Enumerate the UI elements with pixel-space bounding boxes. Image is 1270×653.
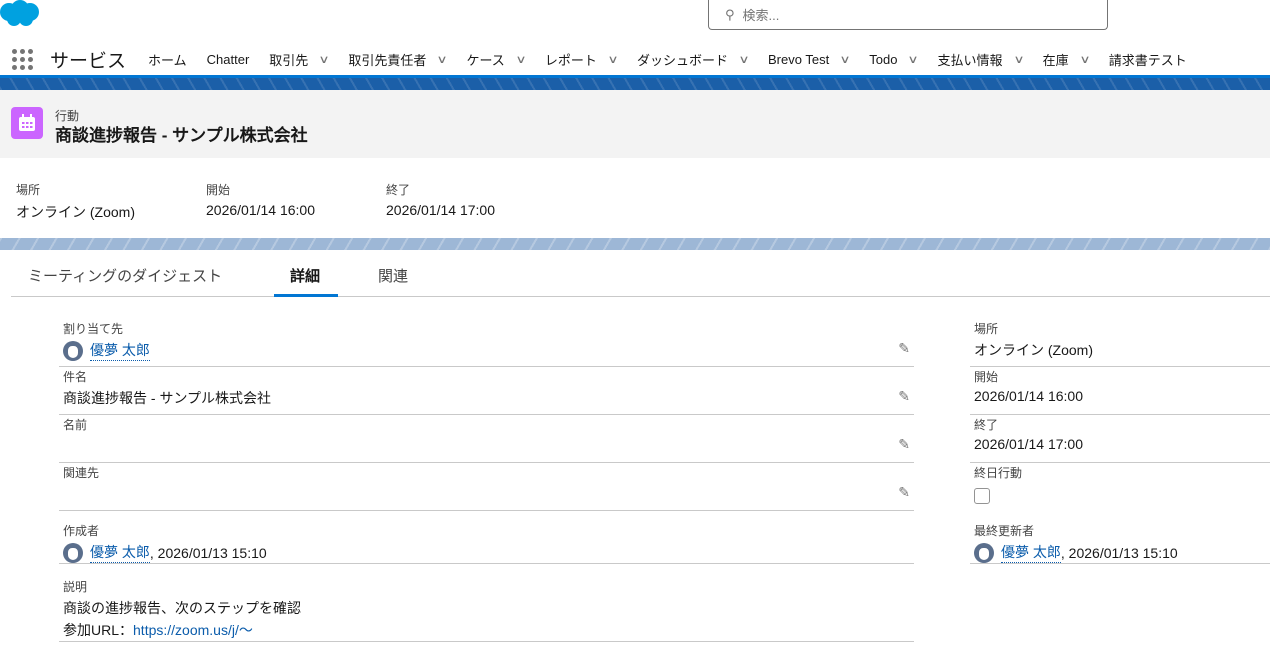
- search-icon: ⚲: [725, 6, 735, 22]
- nav-item-label: ダッシュボード: [636, 53, 728, 68]
- chevron-down-icon[interactable]: ∨: [515, 53, 526, 66]
- nav-item[interactable]: ホーム: [148, 50, 187, 69]
- tab-meeting-digest[interactable]: ミーティングのダイジェスト: [28, 265, 222, 286]
- nav-item[interactable]: Chatter: [207, 50, 250, 69]
- field-value: 商談進捗報告 - サンプル株式会社: [63, 390, 272, 406]
- edit-pencil-icon[interactable]: ✎: [898, 340, 910, 357]
- field-label: 場所: [974, 322, 999, 336]
- highlight-location-value: オンライン (Zoom): [16, 204, 135, 220]
- app-name: サービス: [50, 51, 127, 72]
- nav-item-label: 在庫: [1042, 53, 1069, 68]
- edit-pencil-icon[interactable]: ✎: [898, 484, 910, 501]
- field-label: 作成者: [63, 524, 100, 538]
- header-banner: [0, 75, 1270, 90]
- field-value: 2026/01/14 16:00: [974, 388, 1083, 404]
- chevron-down-icon[interactable]: ∨: [1013, 53, 1024, 66]
- chevron-down-icon[interactable]: ∨: [840, 53, 851, 66]
- field-label: 終了: [974, 418, 999, 432]
- nav-item-label: ケース: [466, 53, 505, 68]
- field-all-day: 終日行動: [970, 462, 1270, 511]
- created-user-link[interactable]: 優夢 太郎: [90, 542, 150, 563]
- field-label: 説明: [63, 580, 88, 594]
- nav-item[interactable]: 取引先 ∨: [269, 50, 330, 69]
- decorative-banner: [0, 238, 1270, 250]
- nav-item[interactable]: レポート ∨: [544, 50, 619, 69]
- nav-item-label: Brevo Test: [768, 52, 830, 67]
- highlight-start-value: 2026/01/14 16:00: [206, 202, 315, 218]
- nav-item[interactable]: 在庫 ∨: [1042, 50, 1091, 69]
- modified-date: , 2026/01/13 15:10: [1060, 544, 1178, 561]
- field-label: 終日行動: [974, 466, 1023, 480]
- field-created-by: 作成者 優夢 太郎, 2026/01/13 15:10: [59, 520, 914, 564]
- nav-item-label: 取引先責任者: [348, 53, 427, 68]
- nav-item-label: レポート: [544, 53, 597, 68]
- nav-item-label: Todo: [869, 52, 898, 67]
- user-avatar-icon: [974, 542, 994, 563]
- nav-item[interactable]: ダッシュボード ∨: [636, 50, 750, 69]
- field-start: 開始 2026/01/14 16:00: [970, 366, 1270, 415]
- nav-item[interactable]: 支払い情報 ∨: [937, 50, 1025, 69]
- search-placeholder: 検索...: [742, 8, 780, 23]
- field-label: 件名: [63, 370, 88, 384]
- description-line: 商談の進捗報告、次のステップを確認: [63, 600, 301, 616]
- modified-user-link[interactable]: 優夢 太郎: [1001, 542, 1061, 563]
- field-label: 名前: [63, 418, 88, 432]
- chevron-down-icon[interactable]: ∨: [908, 53, 919, 66]
- nav-item-label: 支払い情報: [937, 53, 1003, 68]
- zoom-url-link[interactable]: https://zoom.us/j/〜: [133, 620, 253, 640]
- highlight-start-label: 開始: [206, 183, 231, 197]
- event-calendar-icon: [11, 107, 43, 139]
- field-subject: 件名 商談進捗報告 - サンプル株式会社 ✎: [59, 366, 914, 415]
- field-label: 開始: [974, 370, 999, 384]
- user-avatar-icon: [63, 340, 83, 361]
- url-prefix: 参加URL：: [63, 622, 134, 638]
- assigned-user-link[interactable]: 優夢 太郎: [90, 340, 150, 361]
- record-tabs: ミーティングのダイジェスト 詳細 関連: [11, 250, 1270, 297]
- user-avatar-icon: [63, 542, 83, 563]
- nav-item-label: 請求書テスト: [1108, 53, 1187, 68]
- nav-item[interactable]: 取引先責任者 ∨: [348, 50, 448, 69]
- tab-related[interactable]: 関連: [378, 265, 408, 286]
- tab-details[interactable]: 詳細: [290, 265, 320, 286]
- highlight-end-value: 2026/01/14 17:00: [386, 202, 495, 218]
- field-end: 終了 2026/01/14 17:00: [970, 414, 1270, 463]
- nav-item[interactable]: Brevo Test ∨: [768, 50, 851, 69]
- record-title: 商談進捗報告 - サンプル株式会社: [55, 126, 308, 145]
- field-related-to: 関連先 ✎: [59, 462, 914, 511]
- salesforce-logo[interactable]: [0, 0, 40, 28]
- edit-pencil-icon[interactable]: ✎: [898, 436, 910, 453]
- nav-item-label: Chatter: [206, 52, 250, 67]
- nav-item[interactable]: Todo ∨: [869, 50, 919, 69]
- app-launcher-icon[interactable]: [12, 48, 34, 71]
- chevron-down-icon[interactable]: ∨: [1079, 53, 1090, 66]
- nav-item[interactable]: 請求書テスト: [1109, 50, 1187, 69]
- field-value: 2026/01/14 17:00: [974, 436, 1083, 452]
- field-assigned-to: 割り当て先 優夢 太郎 ✎: [59, 318, 914, 367]
- chevron-down-icon[interactable]: ∨: [319, 53, 330, 66]
- nav-item-label: 取引先: [269, 53, 309, 68]
- chevron-down-icon[interactable]: ∨: [607, 53, 618, 66]
- highlight-end-label: 終了: [386, 183, 411, 197]
- created-date: , 2026/01/13 15:10: [149, 544, 267, 561]
- nav-item[interactable]: ケース ∨: [466, 50, 526, 69]
- chevron-down-icon[interactable]: ∨: [437, 53, 448, 66]
- field-label: 割り当て先: [63, 322, 124, 336]
- navigation-bar: サービス ホーム Chatter 取引先 ∨ 取引先責任者 ∨ ケース ∨ レポート ∨ ダッシュボ…: [0, 44, 1270, 75]
- field-label: 関連先: [63, 466, 100, 480]
- all-day-checkbox[interactable]: [974, 488, 990, 504]
- field-value: オンライン (Zoom): [974, 342, 1093, 358]
- field-last-modified-by: 最終更新者 優夢 太郎, 2026/01/13 15:10: [970, 520, 1270, 564]
- field-location: 場所 オンライン (Zoom): [970, 318, 1270, 367]
- nav-item-label: ホーム: [148, 53, 187, 68]
- global-search-input[interactable]: ⚲ 検索...: [708, 0, 1108, 30]
- highlight-location-label: 場所: [16, 183, 41, 197]
- field-name: 名前 ✎: [59, 414, 914, 463]
- edit-pencil-icon[interactable]: ✎: [898, 388, 910, 405]
- field-label: 最終更新者: [974, 524, 1035, 538]
- field-description: 説明 商談の進捗報告、次のステップを確認 参加URL： https://zoom.…: [59, 576, 914, 642]
- active-tab-indicator: [274, 294, 338, 297]
- chevron-down-icon[interactable]: ∨: [738, 53, 749, 66]
